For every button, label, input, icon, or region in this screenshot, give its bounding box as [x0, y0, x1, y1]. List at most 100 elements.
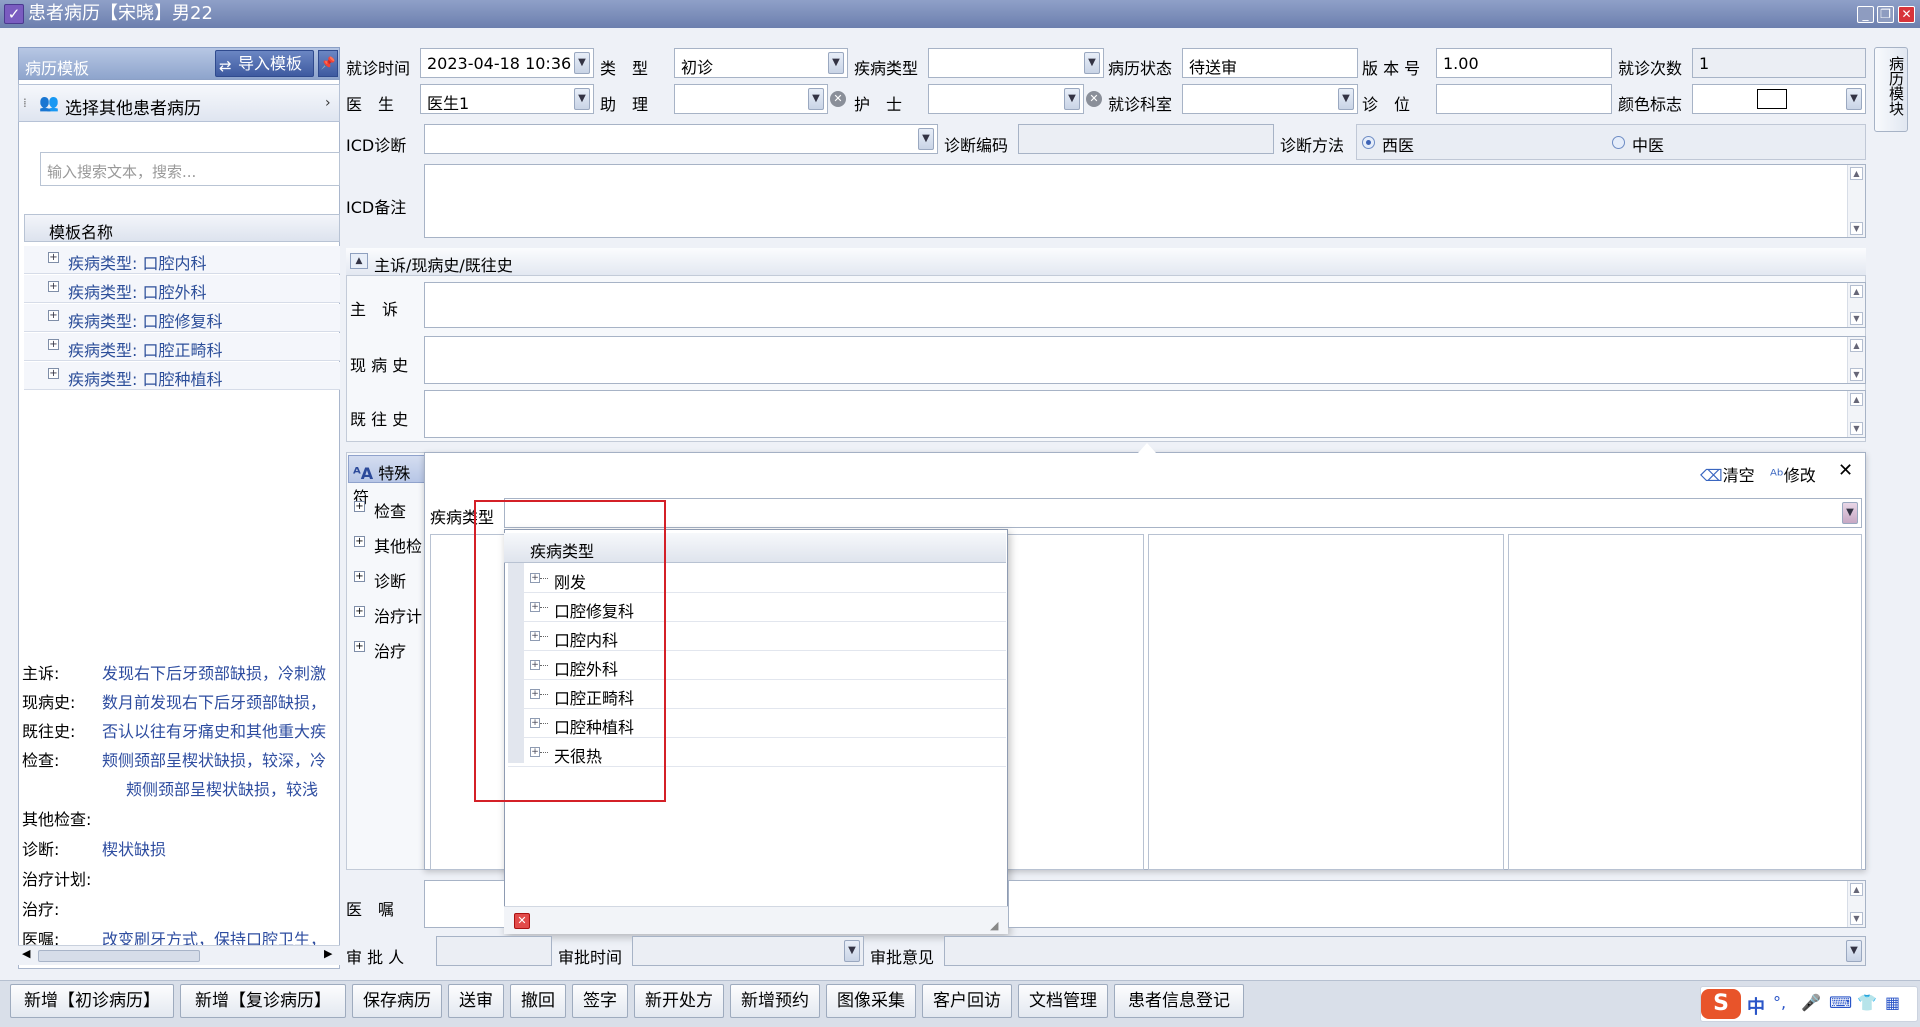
- expand-icon[interactable]: +: [354, 641, 365, 652]
- template-search-input[interactable]: 输入搜索文本，搜索...: [40, 152, 340, 186]
- category-item[interactable]: + 其他检: [352, 533, 428, 563]
- phrase-column-3[interactable]: [1148, 534, 1504, 870]
- toolbar-button[interactable]: 新增【复诊病历】: [180, 984, 346, 1018]
- color-select[interactable]: ▼: [1692, 84, 1866, 114]
- expand-icon[interactable]: +: [354, 536, 365, 547]
- toolbar-button[interactable]: 患者信息登记: [1114, 984, 1244, 1018]
- chevron-down-icon[interactable]: ▼: [828, 52, 844, 74]
- minimize-icon[interactable]: _: [1857, 6, 1874, 23]
- category-item[interactable]: + 治疗: [352, 638, 428, 668]
- chevron-down-icon[interactable]: ▼: [918, 128, 934, 150]
- grid-icon[interactable]: ▦: [1885, 993, 1900, 1012]
- toolbar-button[interactable]: 新增【初诊病历】: [10, 984, 174, 1018]
- chinese-radio[interactable]: [1612, 136, 1625, 149]
- expand-icon[interactable]: +: [48, 339, 59, 350]
- approve-time-field[interactable]: ▼: [632, 936, 864, 966]
- western-radio[interactable]: [1362, 136, 1375, 149]
- scroll-thumb[interactable]: [38, 950, 200, 962]
- vertical-scrollbar[interactable]: ▲ ▼: [1847, 337, 1865, 383]
- clear-assistant-icon[interactable]: ✕: [830, 91, 846, 107]
- expand-icon[interactable]: +: [48, 310, 59, 321]
- template-column-header[interactable]: 模板名称: [24, 214, 340, 242]
- vertical-scrollbar[interactable]: ▲ ▼: [1847, 391, 1865, 437]
- scroll-right-icon[interactable]: ▶: [324, 947, 332, 960]
- chevron-down-icon[interactable]: ▼: [1846, 940, 1862, 962]
- chevron-down-icon[interactable]: ▼: [1842, 502, 1858, 524]
- template-row[interactable]: + 疾病类型: 口腔外科: [24, 275, 340, 303]
- doctor-select[interactable]: 医生1 ▼: [420, 84, 594, 114]
- scroll-down-icon[interactable]: ▼: [1850, 422, 1863, 435]
- scroll-up-icon[interactable]: ▲: [1850, 393, 1863, 406]
- clear-nurse-icon[interactable]: ✕: [1086, 91, 1102, 107]
- vertical-scrollbar[interactable]: ▲ ▼: [1847, 165, 1865, 237]
- microphone-icon[interactable]: 🎤: [1801, 993, 1821, 1012]
- chevron-down-icon[interactable]: ▼: [808, 88, 824, 110]
- keyboard-icon[interactable]: ⌨: [1829, 993, 1852, 1012]
- icd-select[interactable]: ▼: [424, 124, 938, 154]
- dept-select[interactable]: ▼: [1182, 84, 1358, 114]
- toolbar-button[interactable]: 图像采集: [826, 984, 916, 1018]
- scroll-up-icon[interactable]: ▲: [1850, 883, 1863, 896]
- approve-opinion-select[interactable]: ▼: [944, 936, 1866, 966]
- toolbar-button[interactable]: 送审: [448, 984, 504, 1018]
- clear-button[interactable]: ⌫清空: [1700, 462, 1755, 486]
- modify-button[interactable]: ᴬᵇ修改: [1770, 462, 1816, 486]
- assistant-select[interactable]: ▼: [674, 84, 828, 114]
- scroll-up-icon[interactable]: ▲: [1850, 339, 1863, 352]
- scroll-down-icon[interactable]: ▼: [1850, 222, 1863, 235]
- select-other-patient-bar[interactable]: ⁞ 👥 选择其他患者病历 ›: [18, 84, 340, 122]
- advice-textarea-left[interactable]: [424, 880, 504, 928]
- template-row[interactable]: + 疾病类型: 口腔修复科: [24, 304, 340, 332]
- delete-icon[interactable]: ✕: [514, 913, 530, 929]
- category-item[interactable]: + 检查: [352, 498, 428, 528]
- disease-type-select[interactable]: ▼: [928, 48, 1104, 78]
- template-row[interactable]: + 疾病类型: 口腔内科: [24, 246, 340, 274]
- import-template-button[interactable]: ⇄ 导入模板: [215, 50, 314, 77]
- chevron-down-icon[interactable]: ▼: [1338, 88, 1354, 110]
- toolbar-button[interactable]: 新开处方: [634, 984, 724, 1018]
- vertical-scrollbar[interactable]: ▲ ▼: [1847, 283, 1865, 327]
- toolbar-button[interactable]: 撤回: [510, 984, 566, 1018]
- template-row[interactable]: + 疾病类型: 口腔种植科: [24, 362, 340, 390]
- skin-icon[interactable]: 👕: [1857, 993, 1877, 1012]
- popup-disease-type-select[interactable]: ▼: [504, 498, 1862, 528]
- nurse-select[interactable]: ▼: [928, 84, 1084, 114]
- category-item[interactable]: + 诊断: [352, 568, 428, 598]
- toolbar-button[interactable]: 新增预约: [730, 984, 820, 1018]
- punctuation-icon[interactable]: °,: [1773, 993, 1786, 1012]
- chevron-down-icon[interactable]: ▼: [844, 940, 860, 962]
- advice-textarea[interactable]: ▲ ▼: [1008, 880, 1866, 928]
- toolbar-button[interactable]: 签字: [572, 984, 628, 1018]
- scroll-down-icon[interactable]: ▼: [1850, 912, 1863, 925]
- scroll-down-icon[interactable]: ▼: [1850, 312, 1863, 325]
- phrase-column-4[interactable]: [1508, 534, 1862, 870]
- vertical-scrollbar[interactable]: ▲ ▼: [1847, 881, 1865, 927]
- horizontal-scrollbar[interactable]: ◀ ▶: [18, 945, 340, 965]
- chevron-down-icon[interactable]: ▼: [1846, 88, 1862, 110]
- scroll-up-icon[interactable]: ▲: [1850, 167, 1863, 180]
- side-tab-record-module[interactable]: 病历模块: [1874, 47, 1908, 132]
- expand-icon[interactable]: +: [354, 501, 365, 512]
- chevron-down-icon[interactable]: ▼: [574, 52, 590, 74]
- pin-icon[interactable]: 📌: [318, 50, 338, 77]
- icd-note-textarea[interactable]: ▲ ▼: [424, 164, 1866, 238]
- scroll-up-icon[interactable]: ▲: [1850, 285, 1863, 298]
- special-symbol-tab[interactable]: ᴬA 特殊符: [348, 455, 426, 507]
- toolbar-button[interactable]: 客户回访: [922, 984, 1012, 1018]
- expand-icon[interactable]: +: [48, 252, 59, 263]
- chief-complaint-textarea[interactable]: ▲ ▼: [424, 282, 1866, 328]
- expand-icon[interactable]: +: [354, 571, 365, 582]
- expand-icon[interactable]: +: [354, 606, 365, 617]
- present-illness-textarea[interactable]: ▲ ▼: [424, 336, 1866, 384]
- collapse-icon[interactable]: ▲: [350, 253, 368, 269]
- scroll-left-icon[interactable]: ◀: [22, 947, 30, 960]
- category-item[interactable]: + 治疗计: [352, 603, 428, 633]
- chevron-down-icon[interactable]: ▼: [1064, 88, 1080, 110]
- type-select[interactable]: 初诊 ▼: [674, 48, 848, 78]
- past-history-textarea[interactable]: ▲ ▼: [424, 390, 1866, 438]
- seat-field[interactable]: [1436, 84, 1612, 114]
- visit-time-field[interactable]: 2023-04-18 10:36 ▼: [420, 48, 594, 78]
- expand-icon[interactable]: +: [48, 281, 59, 292]
- chevron-right-icon[interactable]: ›: [325, 95, 331, 111]
- toolbar-button[interactable]: 保存病历: [352, 984, 442, 1018]
